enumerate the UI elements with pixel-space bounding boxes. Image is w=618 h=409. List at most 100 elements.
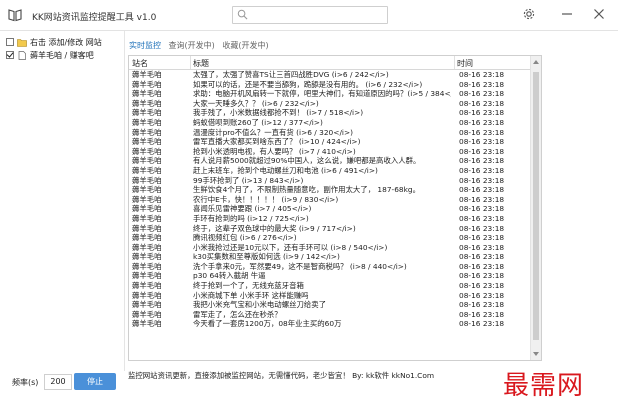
cell-time: 08-16 23:18 [459, 70, 505, 79]
cell-site: 薅羊毛咱 [132, 290, 162, 300]
cell-time: 08-16 23:18 [459, 194, 505, 204]
cell-time: 08-16 23:18 [459, 156, 505, 166]
cell-time: 08-16 23:18 [459, 309, 505, 319]
cell-site: 薅羊毛咱 [132, 146, 162, 156]
cell-time: 08-16 23:18 [459, 146, 505, 156]
cell-title: 我把小米充气宝和小米电动螺丝刀给卖了 [193, 300, 327, 310]
scroll-up-arrow-icon[interactable] [533, 60, 539, 64]
cell-site: 薅羊毛咱 [132, 89, 162, 99]
cell-time: 08-16 23:18 [459, 185, 505, 195]
stop-button[interactable]: 停止 [74, 373, 116, 390]
table-row[interactable]: 薅羊毛咱 洗个手拿来0元，军然要49，这不是智商税吗？ (i>8 / 440</i… [129, 262, 530, 272]
cell-site: 薅羊毛咱 [132, 204, 162, 214]
cell-time: 08-16 23:18 [459, 117, 505, 127]
document-icon [18, 50, 26, 60]
tree-item-site[interactable]: 薅羊毛咱 / 赚客吧 [6, 49, 94, 61]
minimize-icon[interactable] [560, 7, 574, 21]
cell-title: 腾讯视频红包 (i>6 / 276</i>) [193, 233, 297, 243]
table-row[interactable]: 薅羊毛咱 农行中E卡，快！！！！！ (i>9 / 830</i>) 08-16 23… [129, 195, 530, 205]
column-header-time[interactable]: 时间 [457, 58, 473, 69]
gear-icon[interactable] [522, 7, 536, 21]
close-icon[interactable] [592, 7, 606, 21]
site-checkbox[interactable] [6, 38, 14, 46]
table-row[interactable]: 薅羊毛咱 k30买集数和至尊版如何选 (i>9 / 142</i>) 08-16 2… [129, 252, 530, 262]
watermark-logo: 最需网 [503, 371, 585, 401]
table-row[interactable]: 薅羊毛咱 抢到小米透明电视，有人要吗？ (i>7 / 410</i>) 08-16 … [129, 147, 530, 157]
table-row[interactable]: 薅羊毛咱 温漫度计pro不值么？一直有货 (i>6 / 320</i>) 08-16… [129, 128, 530, 138]
table-row[interactable]: 薅羊毛咱 有人说月薪5000就超过90%中国人，这么说，嫌吧都是高收入人群。 08-… [129, 156, 530, 166]
cell-site: 薅羊毛咱 [132, 281, 162, 291]
column-header-site[interactable]: 站名 [132, 58, 148, 69]
cell-site: 薅羊毛咱 [132, 252, 162, 262]
cell-title: 终于，这辈子双色球中的最大奖 (i>9 / 717</i>) [193, 223, 356, 233]
frequency-input[interactable]: 200 [44, 374, 72, 390]
folder-icon [17, 38, 27, 47]
cell-site: 薅羊毛咱 [132, 213, 162, 223]
column-divider[interactable] [190, 56, 191, 69]
cell-title: 小米商城下单 小米手环 这样能赚吗 [193, 290, 309, 300]
news-table: 站名 标题 时间 薅羊毛咱 太强了，太强了赞喜TS让三首四战胜DVG (i>6 /… [128, 55, 542, 361]
cell-site: 薅羊毛咱 [132, 165, 162, 175]
cell-title: 小米我抢过还是10元以下，还有手环可以 (i>8 / 540</i>) [193, 242, 388, 252]
cell-title: 洗个手拿来0元，军然要49，这不是智商税吗？ (i>8 / 440</i>) [193, 261, 407, 271]
cell-time: 08-16 23:18 [459, 98, 505, 108]
cell-title: 雷军走了，怎么还在秒杀？ [193, 309, 282, 319]
tree-item-add-site[interactable]: 右击 添加/修改 网站 [6, 36, 102, 48]
scrollbar-thumb[interactable] [533, 72, 539, 340]
cell-site: 薅羊毛咱 [132, 108, 162, 118]
table-row[interactable]: 薅羊毛咱 终于抢到一个了，无线充蓝牙音箱 08-16 23:18 [129, 281, 530, 291]
cell-time: 08-16 23:18 [459, 79, 505, 89]
cell-time: 08-16 23:18 [459, 261, 505, 271]
table-row[interactable]: 薅羊毛咱 赶上末班车，抢到个电动螺丝刀和电池 (i>6 / 491</i>) 08-… [129, 166, 530, 176]
table-row[interactable]: 薅羊毛咱 如果可以的话，还是不要当舔狗，跪舔是没有用的。 (i>6 / 232</… [129, 80, 530, 90]
cell-site: 薅羊毛咱 [132, 156, 162, 166]
cell-site: 薅羊毛咱 [132, 271, 162, 281]
cell-title: 如果可以的话，还是不要当舔狗，跪舔是没有用的。 (i>6 / 232</i>) [193, 79, 423, 89]
cell-title: p30 64转入截胡 牛逼 [193, 271, 266, 281]
site-checkbox[interactable] [6, 51, 14, 59]
table-row[interactable]: 薅羊毛咱 太强了，太强了赞喜TS让三首四战胜DVG (i>6 / 242</i>)… [129, 70, 530, 80]
column-divider[interactable] [454, 56, 455, 69]
table-row[interactable]: 薅羊毛咱 终于，这辈子双色球中的最大奖 (i>9 / 717</i>) 08-16 … [129, 224, 530, 234]
cell-site: 薅羊毛咱 [132, 242, 162, 252]
table-row[interactable]: 薅羊毛咱 求助：电脑开机风扇转一下就停，吧里大神们，有知道原因的吗？(i>5 / … [129, 89, 530, 99]
table-header: 站名 标题 时间 [129, 56, 530, 70]
table-row[interactable]: 薅羊毛咱 腾讯视频红包 (i>6 / 276</i>) 08-16 23:18 [129, 233, 530, 243]
table-row[interactable]: 薅羊毛咱 生鲜饮食4个月了，不限制热量随意吃，副作用太大了， 187-68kg。 0… [129, 185, 530, 195]
search-input[interactable] [232, 6, 388, 24]
cell-time: 08-16 23:18 [459, 271, 505, 281]
cell-site: 薅羊毛咱 [132, 117, 162, 127]
cell-title: 手环有抢到的吗 (i>12 / 725</i>) [193, 213, 309, 223]
table-row[interactable]: 薅羊毛咱 大家一天睡多久？？ (i>6 / 232</i>) 08-16 23:18 [129, 99, 530, 109]
table-row[interactable]: 薅羊毛咱 手环有抢到的吗 (i>12 / 725</i>) 08-16 23:18 [129, 214, 530, 224]
column-header-title[interactable]: 标题 [193, 58, 209, 69]
cell-site: 薅羊毛咱 [132, 261, 162, 271]
vertical-scrollbar[interactable] [530, 56, 541, 360]
cell-time: 08-16 23:18 [459, 89, 505, 99]
tab-query[interactable]: 查询(开发中) [169, 40, 215, 51]
scroll-down-arrow-icon[interactable] [533, 352, 539, 356]
cell-time: 08-16 23:18 [459, 281, 505, 291]
table-row[interactable]: 薅羊毛咱 小米商城下单 小米手环 这样能赚吗 08-16 23:18 [129, 291, 530, 301]
title-bar: KK网站资讯监控提醒工具 v1.0 [0, 0, 618, 31]
tab-realtime-monitor[interactable]: 实时监控 [129, 40, 161, 51]
table-row[interactable]: 薅羊毛咱 99手环抢到了 (i>13 / 843</i>) 08-16 23:18 [129, 176, 530, 186]
cell-time: 08-16 23:18 [459, 223, 505, 233]
table-row[interactable]: 薅羊毛咱 喜闻乐见雷神要跟 (i>7 / 405</i>) 08-16 23:18 [129, 204, 530, 214]
table-row[interactable]: 薅羊毛咱 我手残了，小米数据线都抢不到！ (i>7 / 518</i>) 08-16… [129, 108, 530, 118]
cell-title: 太强了，太强了赞喜TS让三首四战胜DVG (i>6 / 242</i>) [193, 70, 389, 79]
cell-time: 08-16 23:18 [459, 319, 505, 329]
cell-time: 08-16 23:18 [459, 165, 505, 175]
cell-time: 08-16 23:18 [459, 108, 505, 118]
cell-title: 99手环抢到了 (i>13 / 843</i>) [193, 175, 304, 185]
tab-favorites[interactable]: 收藏(开发中) [222, 40, 268, 51]
table-row[interactable]: 薅羊毛咱 p30 64转入截胡 牛逼 08-16 23:18 [129, 271, 530, 281]
cell-time: 08-16 23:18 [459, 127, 505, 137]
table-row[interactable]: 薅羊毛咱 雷军直播大家都买到啥东西了？ (i>10 / 424</i>) 08-16… [129, 137, 530, 147]
table-row[interactable]: 薅羊毛咱 我把小米充气宝和小米电动螺丝刀给卖了 08-16 23:18 [129, 300, 530, 310]
table-row[interactable]: 薅羊毛咱 雷军走了，怎么还在秒杀？ 08-16 23:18 [129, 310, 530, 320]
table-row[interactable]: 薅羊毛咱 今天看了一套房1200万，08年业主买的60万 08-16 23:18 [129, 319, 530, 329]
table-row[interactable]: 薅羊毛咱 小米我抢过还是10元以下，还有手环可以 (i>8 / 540</i>) 0… [129, 243, 530, 253]
table-row[interactable]: 薅羊毛咱 蚂蚁借呗到账260了 (i>12 / 377</i>) 08-16 23:… [129, 118, 530, 128]
cell-title: 今天看了一套房1200万，08年业主买的60万 [193, 319, 342, 329]
